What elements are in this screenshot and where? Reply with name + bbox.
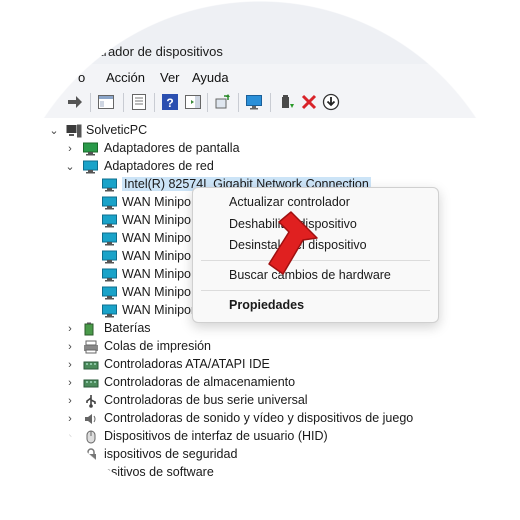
window-title: trador de dispositivos bbox=[100, 44, 223, 59]
menu-separator bbox=[201, 290, 430, 291]
tree-item-label: Adaptadores de red bbox=[104, 159, 214, 173]
network-card-icon bbox=[102, 196, 117, 210]
tree-item-label: Baterías bbox=[104, 321, 151, 335]
speaker-icon bbox=[85, 414, 96, 424]
help-icon[interactable]: ? bbox=[161, 93, 179, 111]
hid-icon bbox=[86, 430, 96, 444]
network-card-icon bbox=[102, 178, 117, 192]
chevron-right-icon[interactable]: › bbox=[64, 482, 76, 500]
forward-arrow-icon[interactable] bbox=[66, 93, 84, 111]
network-adapter-icon bbox=[83, 160, 98, 174]
uninstall-x-icon[interactable] bbox=[300, 93, 318, 111]
chevron-right-icon[interactable]: › bbox=[64, 140, 76, 158]
tree-item-label: ositivos de software bbox=[104, 465, 214, 479]
tree-item-label: Controladoras de sonido y vídeo y dispos… bbox=[104, 411, 414, 425]
device-manager-window: trador de dispositivos o Acción Ver Ayud… bbox=[0, 0, 520, 520]
chevron-right-icon[interactable]: › bbox=[64, 446, 76, 464]
software-device-icon bbox=[83, 467, 99, 479]
toolbar-separator bbox=[270, 93, 271, 112]
chevron-right-icon[interactable]: › bbox=[64, 410, 76, 428]
system-icon bbox=[83, 485, 99, 497]
chevron-right-icon[interactable]: › bbox=[64, 464, 76, 482]
menu-item-update-driver[interactable]: Actualizar controlador bbox=[229, 195, 350, 209]
title-bar: trador de dispositivos bbox=[0, 0, 520, 64]
chevron-right-icon[interactable]: › bbox=[64, 428, 76, 446]
download-circle-icon[interactable] bbox=[322, 93, 340, 111]
chevron-down-icon[interactable]: ⌄ bbox=[48, 122, 60, 140]
menu-archivo[interactable]: o bbox=[78, 70, 85, 85]
chevron-right-icon[interactable]: › bbox=[64, 356, 76, 374]
network-card-icon bbox=[102, 250, 117, 264]
storage-controller-icon bbox=[83, 361, 99, 370]
chevron-right-icon[interactable]: › bbox=[64, 320, 76, 338]
menu-item-properties[interactable]: Propiedades bbox=[229, 298, 304, 312]
toolbar-separator bbox=[123, 93, 124, 112]
tree-item-label: Controladoras ATA/ATAPI IDE bbox=[104, 357, 270, 371]
network-card-icon bbox=[102, 214, 117, 228]
tree-item-label: ispositivos de seguridad bbox=[104, 447, 238, 461]
toolbar-separator bbox=[154, 93, 155, 112]
tree-item-label: WAN Minipo bbox=[122, 213, 191, 227]
display-adapter-icon bbox=[83, 142, 98, 156]
tree-item-label: WAN Minipo bbox=[122, 249, 191, 263]
tree-item-label: WAN Minipo bbox=[122, 195, 191, 209]
tree-item-label: Controladoras de bus serie universal bbox=[104, 393, 308, 407]
monitor-icon[interactable] bbox=[245, 93, 263, 111]
printer-icon bbox=[84, 340, 98, 354]
tree-item-label: Dispositivos de interfaz de usuario (HID… bbox=[104, 429, 328, 443]
toolbar-separator bbox=[90, 93, 91, 112]
computer-icon bbox=[66, 124, 82, 138]
tree-item-label: Adaptadores de pantalla bbox=[104, 141, 240, 155]
network-card-icon bbox=[102, 286, 117, 300]
tree-item-label: WAN Minipo bbox=[122, 267, 191, 281]
battery-icon bbox=[84, 322, 94, 336]
menu-ver[interactable]: Ver bbox=[160, 70, 180, 85]
network-card-icon bbox=[102, 232, 117, 246]
chevron-right-icon[interactable]: › bbox=[64, 374, 76, 392]
chevron-down-icon[interactable]: ⌄ bbox=[64, 158, 76, 176]
network-card-icon bbox=[102, 268, 117, 282]
scan-hardware-icon[interactable] bbox=[214, 93, 232, 111]
svg-text:?: ? bbox=[166, 96, 173, 110]
chevron-right-icon[interactable]: › bbox=[64, 338, 76, 356]
tree-item-label: Controladoras de almacenamiento bbox=[104, 375, 296, 389]
security-device-icon bbox=[86, 448, 96, 461]
toolbar-separator bbox=[207, 93, 208, 112]
storage-controller-icon bbox=[83, 379, 99, 388]
action-pane-icon[interactable] bbox=[184, 93, 202, 111]
tree-root-label: SolveticPC bbox=[86, 123, 148, 137]
tree-root[interactable]: ⌄ SolveticPC bbox=[48, 122, 248, 140]
tree-item-label: tema bbox=[104, 483, 132, 497]
update-driver-icon[interactable] bbox=[278, 93, 296, 111]
chevron-right-icon[interactable]: › bbox=[64, 392, 76, 410]
menu-ayuda[interactable]: Ayuda bbox=[192, 70, 229, 85]
annotation-arrow-icon bbox=[268, 211, 318, 275]
menu-accion[interactable]: Acción bbox=[106, 70, 145, 85]
console-tree-icon[interactable] bbox=[97, 93, 115, 111]
tree-item-label: Colas de impresión bbox=[104, 339, 211, 353]
tree-item-label: WAN Minipo bbox=[122, 231, 191, 245]
properties-sheet-icon[interactable] bbox=[130, 93, 148, 111]
toolbar-separator bbox=[238, 93, 239, 112]
network-card-icon bbox=[102, 304, 117, 318]
tree-item-label: WAN Minipo bbox=[122, 285, 191, 299]
usb-icon bbox=[86, 395, 96, 408]
